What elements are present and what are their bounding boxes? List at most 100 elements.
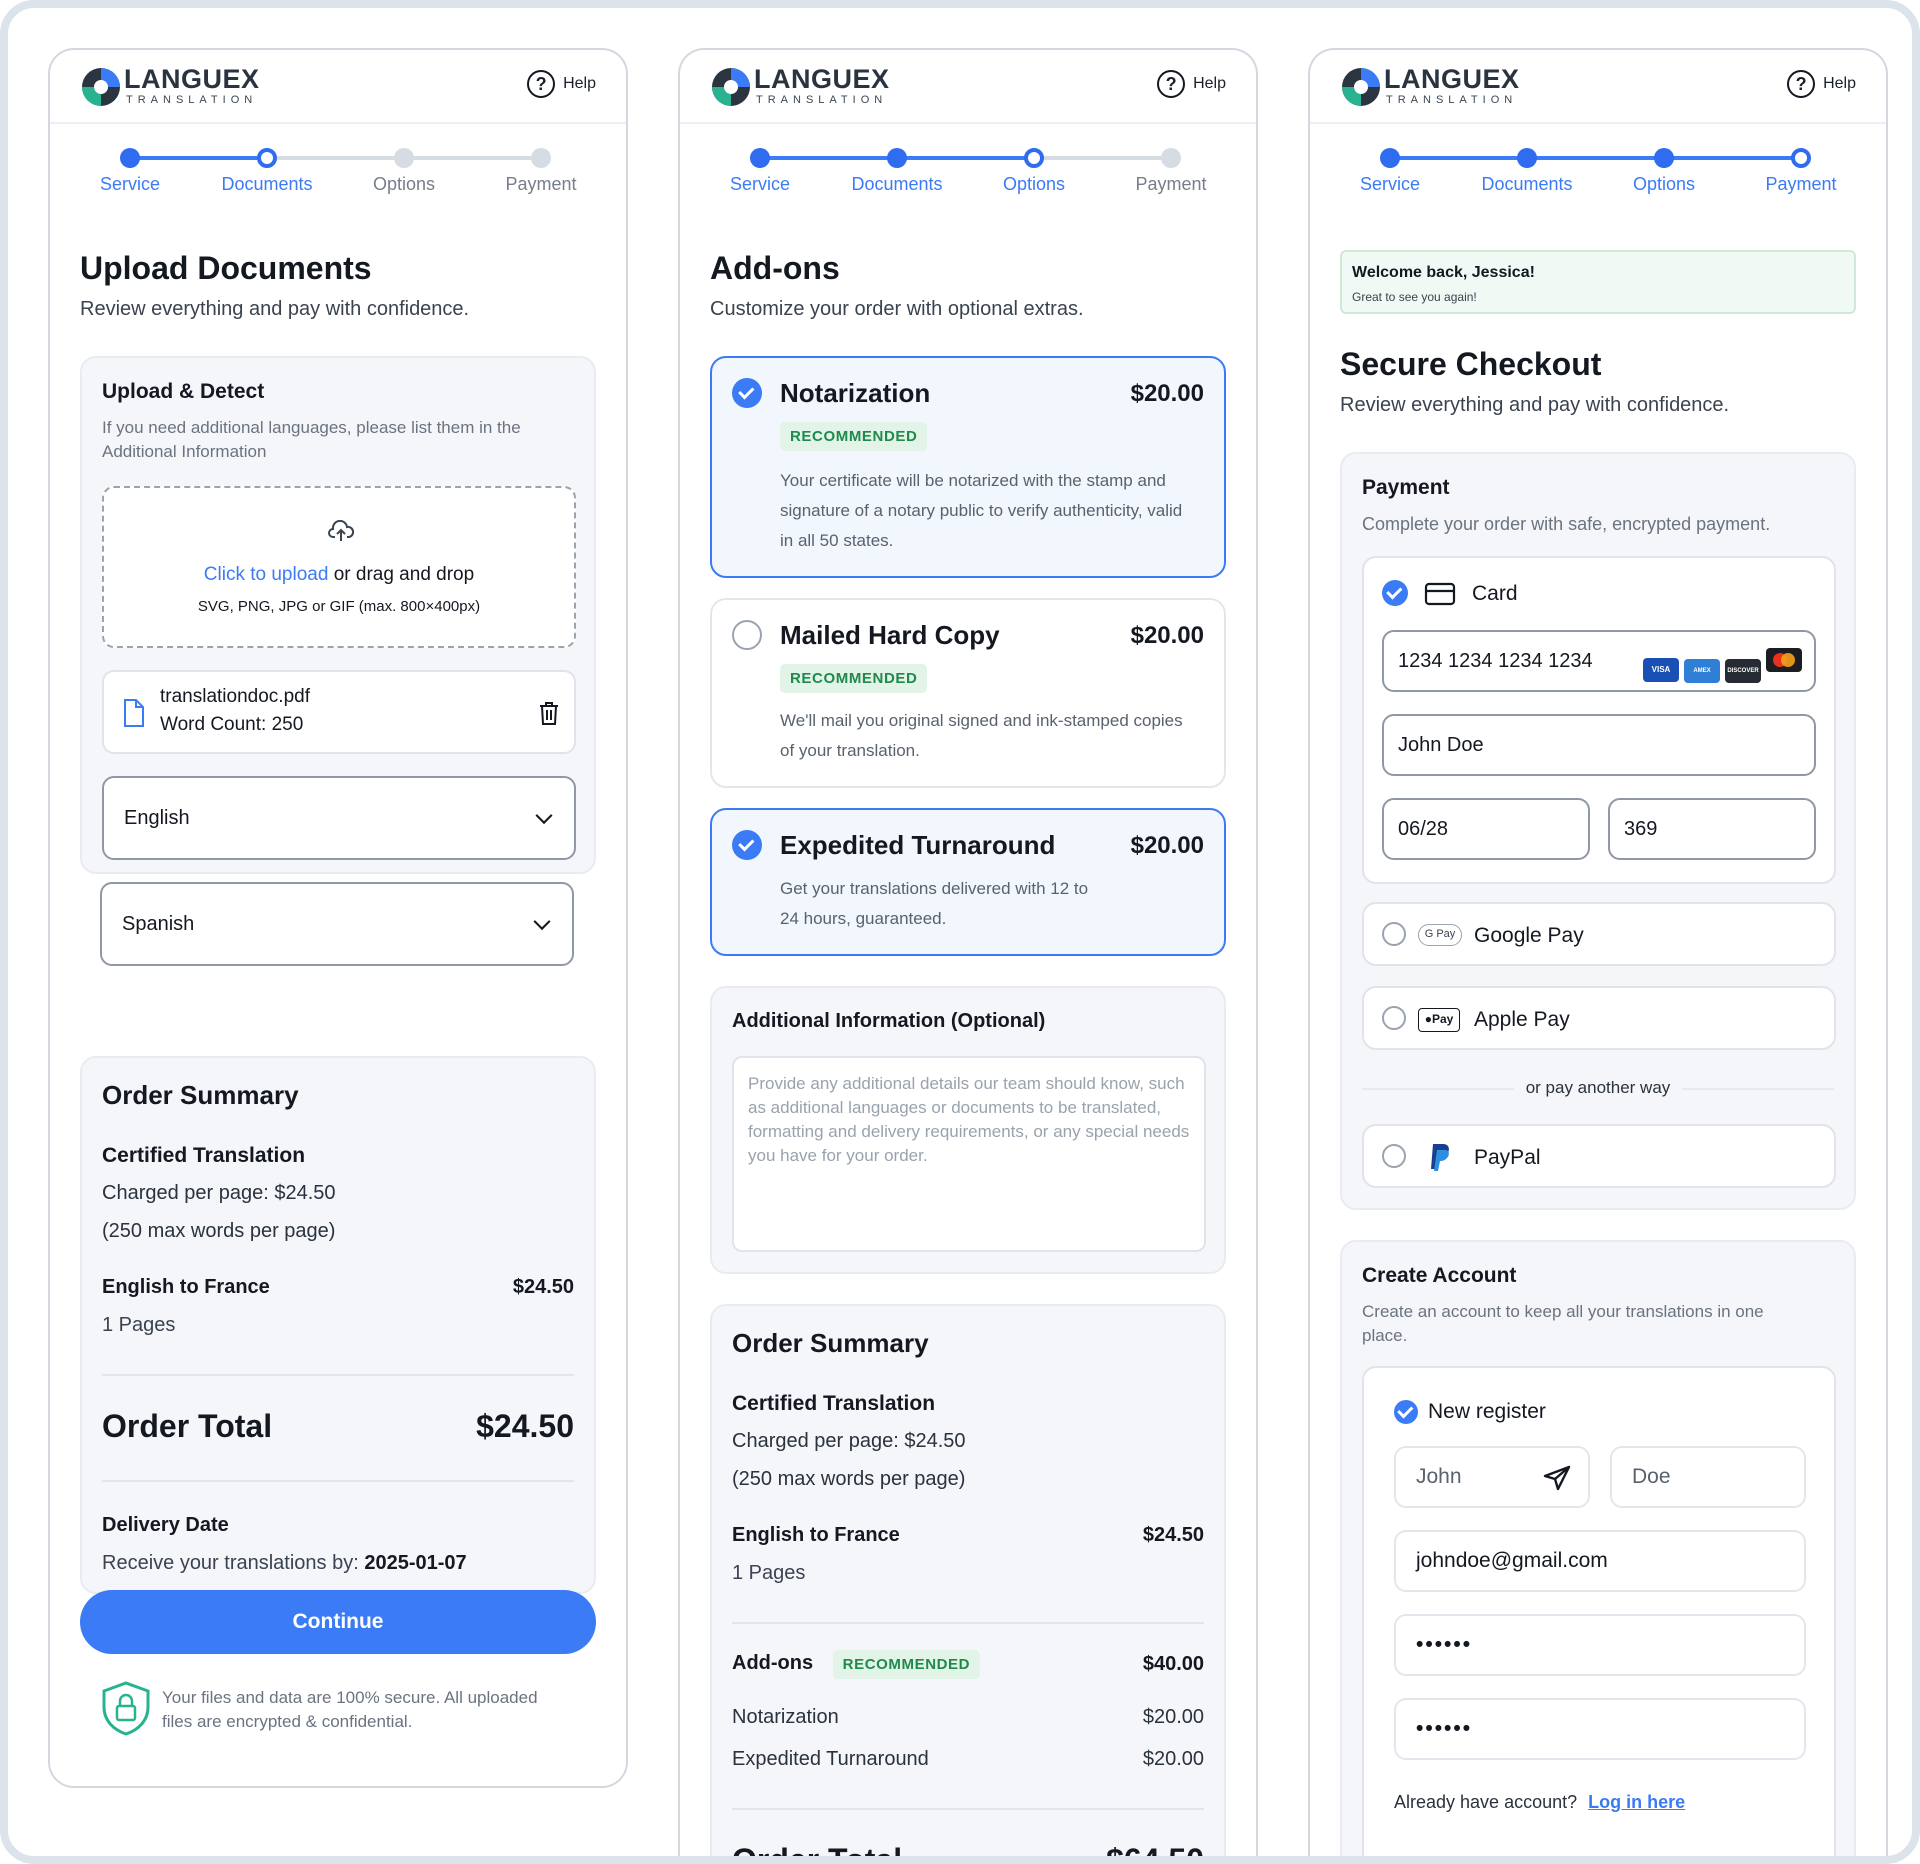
expiry-input[interactable]: 06/28 bbox=[1382, 798, 1590, 860]
step-label-options[interactable]: Options bbox=[964, 174, 1104, 195]
step-label-service[interactable]: Service bbox=[690, 174, 830, 195]
addon-description: We'll mail you original signed and ink-s… bbox=[780, 711, 1183, 760]
divider bbox=[732, 1808, 1204, 1810]
additional-info-textarea[interactable]: Provide any additional details our team … bbox=[732, 1056, 1206, 1252]
radio-icon bbox=[1382, 1006, 1406, 1030]
page-subtitle: Review everything and pay with confidenc… bbox=[1340, 394, 1730, 416]
logo-icon bbox=[82, 68, 120, 106]
apple-pay-option[interactable]: ●Pay Apple Pay bbox=[1362, 986, 1836, 1050]
addon-title: Mailed Hard Copy bbox=[780, 620, 1000, 650]
dropzone[interactable]: Click to upload or drag and drop SVG, PN… bbox=[102, 486, 576, 648]
word-count: Word Count: 250 bbox=[160, 714, 304, 735]
first-name-input[interactable]: John bbox=[1394, 1446, 1590, 1508]
help-button[interactable]: ? Help bbox=[527, 70, 596, 98]
step-dot-service[interactable] bbox=[120, 148, 140, 168]
last-name-input[interactable]: Doe bbox=[1610, 1446, 1806, 1508]
create-account-title: Create Account bbox=[1362, 1264, 1517, 1287]
addon-expedited-turnaround[interactable]: Expedited Turnaround $20.00 Get your tra… bbox=[710, 808, 1226, 956]
confirm-password-input[interactable]: •••••• bbox=[1394, 1698, 1806, 1760]
step-dot-documents[interactable] bbox=[887, 148, 907, 168]
first-name-value: John bbox=[1416, 1465, 1462, 1488]
mastercard-logo bbox=[1766, 648, 1802, 672]
language-pair-price: $24.50 bbox=[512, 1276, 574, 1298]
page-title: Secure Checkout bbox=[1340, 346, 1602, 382]
continue-button[interactable]: Continue bbox=[80, 1590, 596, 1654]
help-button[interactable]: ? Help bbox=[1787, 70, 1856, 98]
step-dot-options[interactable] bbox=[394, 148, 414, 168]
login-link[interactable]: Log in here bbox=[1588, 1792, 1685, 1812]
delivery-date: 2025-01-07 bbox=[364, 1552, 467, 1574]
step-label-documents[interactable]: Documents bbox=[197, 174, 337, 195]
step-label-documents[interactable]: Documents bbox=[827, 174, 967, 195]
visa-logo: VISA bbox=[1643, 658, 1679, 682]
question-icon: ? bbox=[527, 70, 556, 98]
step-dot-payment[interactable] bbox=[1161, 148, 1181, 168]
card-number-input[interactable]: 1234 1234 1234 1234 VISA AMEX DISCOVER bbox=[1382, 630, 1816, 692]
card-brands: VISA AMEX DISCOVER bbox=[1638, 648, 1802, 683]
addon-price: $20.00 bbox=[1130, 622, 1204, 649]
step-dot-service[interactable] bbox=[750, 148, 770, 168]
click-to-upload-link[interactable]: Click to upload bbox=[204, 564, 329, 585]
step-dot-documents[interactable] bbox=[257, 148, 277, 168]
brand-tagline: TRANSLATION bbox=[1386, 94, 1518, 106]
recommended-badge: RECOMMENDED bbox=[780, 422, 928, 451]
upload-cloud-icon bbox=[328, 520, 354, 541]
cardholder-name-input[interactable]: John Doe bbox=[1382, 714, 1816, 776]
addons-screen: LANGUEX TRANSLATION ? Help Service Docume… bbox=[678, 48, 1258, 1856]
file-name: translationdoc.pdf bbox=[160, 686, 310, 707]
logo[interactable]: LANGUEX TRANSLATION bbox=[710, 64, 890, 108]
help-label: Help bbox=[1193, 75, 1226, 92]
email-input[interactable]: johndoe@gmail.com bbox=[1394, 1530, 1806, 1592]
radio-icon bbox=[732, 620, 762, 650]
step-dot-options[interactable] bbox=[1654, 148, 1674, 168]
amex-logo: AMEX bbox=[1684, 659, 1720, 683]
addon-mailed-hard-copy[interactable]: Mailed Hard Copy $20.00 RECOMMENDED We'l… bbox=[710, 598, 1226, 788]
source-language-select[interactable]: English bbox=[102, 776, 576, 860]
step-dot-payment[interactable] bbox=[531, 148, 551, 168]
logo[interactable]: LANGUEX TRANSLATION bbox=[1340, 64, 1520, 108]
step-dot-service[interactable] bbox=[1380, 148, 1400, 168]
language-pair: English to France bbox=[102, 1276, 270, 1298]
step-label-payment[interactable]: Payment bbox=[471, 174, 611, 195]
step-label-service[interactable]: Service bbox=[1320, 174, 1460, 195]
step-dot-payment[interactable] bbox=[1791, 148, 1811, 168]
card-payment-option[interactable]: Card 1234 1234 1234 1234 VISA AMEX DISCOVE… bbox=[1362, 556, 1836, 884]
brand-name: LANGUEX bbox=[1384, 64, 1520, 94]
question-icon: ? bbox=[1787, 70, 1816, 98]
order-total-label: Order Total bbox=[102, 1408, 273, 1444]
target-language-select[interactable]: Spanish bbox=[100, 882, 574, 966]
logo-icon bbox=[1342, 68, 1380, 106]
trash-icon[interactable] bbox=[538, 700, 560, 726]
login-prompt-text: Already have account? bbox=[1394, 1792, 1578, 1812]
google-pay-option[interactable]: G Pay Google Pay bbox=[1362, 902, 1836, 966]
header: LANGUEX TRANSLATION ? Help bbox=[50, 50, 626, 124]
step-label-documents[interactable]: Documents bbox=[1457, 174, 1597, 195]
addon-title: Notarization bbox=[780, 378, 931, 408]
addon-line: Notarization $20.00 bbox=[732, 1706, 1204, 1729]
step-dot-documents[interactable] bbox=[1517, 148, 1537, 168]
chevron-down-icon bbox=[535, 807, 553, 825]
password-input[interactable]: •••••• bbox=[1394, 1614, 1806, 1676]
checked-icon[interactable] bbox=[1394, 1400, 1418, 1424]
checkout-screen: LANGUEX TRANSLATION ? Help Service Docume… bbox=[1308, 48, 1888, 1856]
create-account-subtitle-line: place. bbox=[1362, 1326, 1408, 1345]
step-label-payment[interactable]: Payment bbox=[1101, 174, 1241, 195]
step-label-payment[interactable]: Payment bbox=[1731, 174, 1871, 195]
page-count: 1 Pages bbox=[102, 1314, 176, 1336]
addon-notarization[interactable]: Notarization $20.00 RECOMMENDED Your cer… bbox=[710, 356, 1226, 578]
send-icon bbox=[1543, 1465, 1571, 1491]
logo[interactable]: LANGUEX TRANSLATION bbox=[80, 64, 260, 108]
welcome-title: Welcome back, Jessica! bbox=[1352, 264, 1535, 281]
step-connector bbox=[1390, 156, 1801, 160]
paypal-option[interactable]: PayPal bbox=[1362, 1124, 1836, 1188]
help-button[interactable]: ? Help bbox=[1157, 70, 1226, 98]
cvc-input[interactable]: 369 bbox=[1608, 798, 1816, 860]
step-label-options[interactable]: Options bbox=[1594, 174, 1734, 195]
paypal-icon bbox=[1431, 1144, 1449, 1171]
addons-total: $40.00 bbox=[1142, 1653, 1204, 1675]
step-dot-options[interactable] bbox=[1024, 148, 1044, 168]
step-label-service[interactable]: Service bbox=[60, 174, 200, 195]
language-pair-row: English to France $24.50 bbox=[732, 1524, 1204, 1547]
step-label-options[interactable]: Options bbox=[334, 174, 474, 195]
discover-logo: DISCOVER bbox=[1725, 659, 1761, 683]
